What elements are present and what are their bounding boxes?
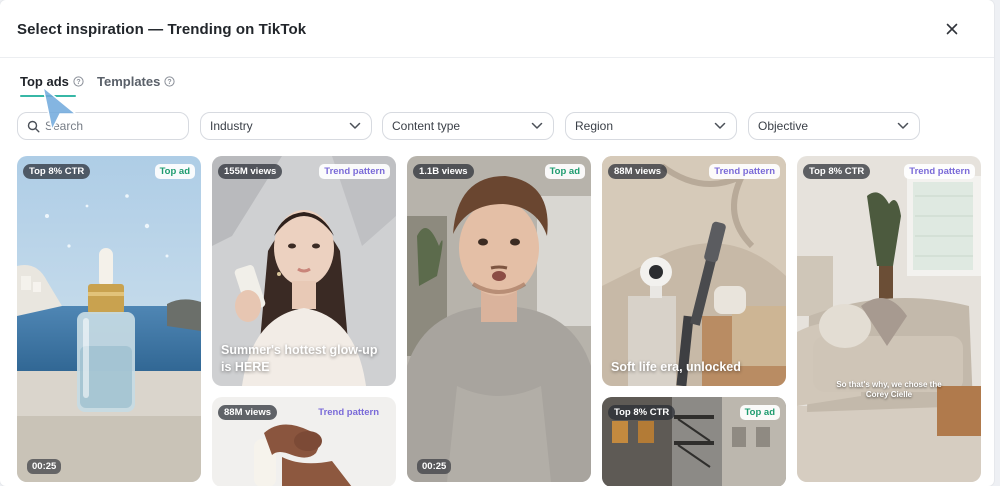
ad-card[interactable]: Top 8% CTR Top ad — [602, 397, 786, 486]
metric-badge: 155M views — [218, 164, 283, 179]
chevron-down-icon — [714, 122, 726, 129]
ad-type-badge: Top ad — [739, 405, 780, 420]
mouse-cursor-icon — [41, 85, 79, 133]
help-icon[interactable]: ? — [164, 76, 175, 87]
dropdown-label: Objective — [758, 119, 809, 133]
card-thumbnail — [602, 156, 786, 386]
ad-card[interactable]: 1.1B views Top ad 00:25 — [407, 156, 591, 482]
region-dropdown[interactable]: Region — [565, 112, 737, 140]
ad-type-badge: Top ad — [154, 164, 195, 179]
duration-label: 00:25 — [417, 459, 452, 474]
chevron-down-icon — [349, 122, 361, 129]
video-subtitle: So that's why, we chose the Corey Cielle — [836, 380, 942, 399]
close-icon[interactable] — [942, 19, 962, 39]
metric-badge: Top 8% CTR — [23, 164, 91, 179]
metric-badge: 1.1B views — [413, 164, 474, 179]
ad-type-badge: Trend pattern — [318, 407, 379, 418]
duration-label: 00:25 — [27, 459, 62, 474]
ad-card[interactable]: 88M views Trend pattern — [212, 397, 396, 486]
modal-title: Select inspiration — Trending on TikTok — [17, 21, 307, 38]
metric-badge: Top 8% CTR — [803, 164, 871, 179]
ad-type-badge: Top ad — [544, 164, 585, 179]
chevron-down-icon — [531, 122, 543, 129]
dropdown-label: Region — [575, 119, 614, 133]
ad-card[interactable]: 88M views Trend pattern Soft life era, u… — [602, 156, 786, 386]
inspiration-modal: Select inspiration — Trending on TikTok … — [0, 0, 994, 486]
ad-card[interactable]: 155M views Trend pattern Summer's hottes… — [212, 156, 396, 386]
card-thumbnail — [17, 156, 201, 482]
search-icon — [27, 120, 40, 132]
ad-type-badge: Trend pattern — [709, 164, 780, 179]
ad-card[interactable]: Top 8% CTR Top ad 00:25 — [17, 156, 201, 482]
content-type-dropdown[interactable]: Content type — [382, 112, 554, 140]
dropdown-label: Industry — [210, 119, 253, 133]
tab-label: Templates — [97, 74, 161, 89]
card-caption: Soft life era, unlocked — [611, 360, 741, 374]
card-caption: Summer's hottest glow-up is HERE — [221, 343, 378, 374]
svg-text:?: ? — [168, 79, 172, 86]
inspiration-grid: Top 8% CTR Top ad 00:25 155M views Trend… — [0, 156, 994, 486]
ad-type-badge: Trend pattern — [319, 164, 390, 179]
modal-header: Select inspiration — Trending on TikTok — [0, 0, 994, 58]
industry-dropdown[interactable]: Industry — [200, 112, 372, 140]
objective-dropdown[interactable]: Objective — [748, 112, 920, 140]
metric-badge: 88M views — [608, 164, 667, 179]
filter-bar: Industry Content type Region Objective — [0, 112, 994, 140]
tab-templates[interactable]: Templates ? — [97, 74, 175, 89]
tab-bar: Top ads ? Templates ? — [0, 66, 994, 100]
ad-type-badge: Trend pattern — [904, 164, 975, 179]
card-thumbnail — [797, 156, 981, 482]
dropdown-label: Content type — [392, 119, 461, 133]
ad-card[interactable]: Top 8% CTR Trend pattern So that's why, … — [797, 156, 981, 482]
card-thumbnail — [407, 156, 591, 482]
metric-badge: Top 8% CTR — [608, 405, 676, 420]
metric-badge: 88M views — [218, 405, 277, 420]
chevron-down-icon — [897, 122, 909, 129]
